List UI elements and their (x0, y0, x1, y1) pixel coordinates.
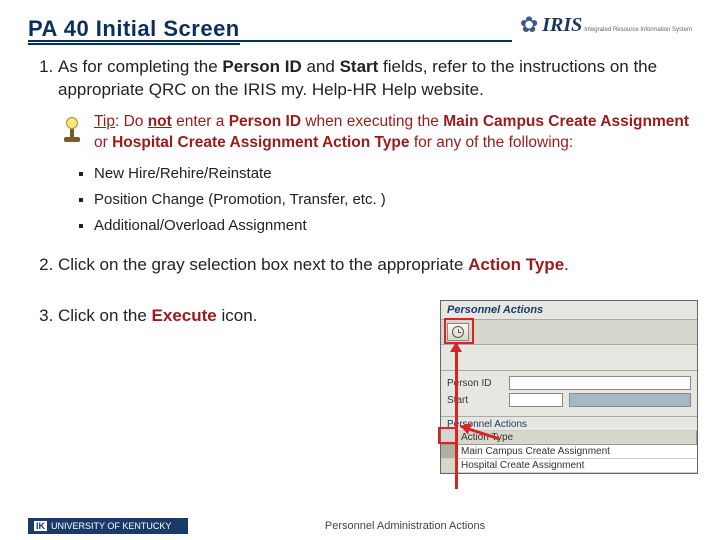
person-id-label: Person ID (447, 378, 503, 389)
step-1: As for completing the Person ID and Star… (58, 56, 692, 236)
s1-start: Start (340, 57, 379, 76)
uk-ik-icon: IK (34, 521, 47, 531)
tip-f: or (94, 134, 112, 151)
s2-action-type: Action Type (468, 255, 564, 274)
iris-logo-subtext: Integrated Resource Information System (584, 27, 692, 34)
sap-form: Person ID Start (441, 371, 697, 417)
person-id-input[interactable] (509, 376, 691, 390)
sap-group-label: Personnel Actions (441, 417, 697, 431)
start-input[interactable] (509, 393, 563, 407)
tip-d: when executing the (301, 113, 443, 130)
person-id-row: Person ID (447, 376, 691, 390)
start-row: Start (447, 393, 691, 407)
s1-text-a: As for completing the (58, 57, 222, 76)
bullet-2: Position Change (Promotion, Transfer, et… (94, 190, 692, 210)
sap-toolbar (441, 320, 697, 345)
tip-a: : Do (115, 113, 148, 130)
grid-row-main-campus[interactable]: Main Campus Create Assignment (441, 445, 697, 459)
footer-caption: Personnel Administration Actions (118, 520, 692, 532)
grid-action-type-header: Action Type (457, 431, 697, 444)
tip-block: Tip: Do not enter a Person ID when execu… (58, 112, 692, 154)
grid-row-1-text: Main Campus Create Assignment (457, 445, 697, 458)
step-2: Click on the gray selection box next to … (58, 254, 692, 277)
page-title: PA 40 Initial Screen (28, 16, 240, 45)
s3-c: icon. (217, 306, 258, 325)
bullet-1: New Hire/Rehire/Reinstate (94, 164, 692, 184)
grid-row-2-text: Hospital Create Assignment (457, 459, 697, 472)
tip-hospital: Hospital Create Assignment Action Type (112, 134, 409, 151)
tip-b: enter a (172, 113, 229, 130)
title-wrap: PA 40 Initial Screen (28, 16, 520, 42)
grid-select-header (441, 431, 457, 444)
sap-window-title: Personnel Actions (441, 301, 697, 320)
slide-footer: IK UNIVERSITY OF KENTUCKY Personnel Admi… (0, 518, 720, 534)
grid-selection-box-1[interactable] (441, 445, 457, 458)
s3-execute: Execute (152, 306, 217, 325)
grid-selection-box-2[interactable] (441, 459, 457, 472)
s1-text-c: and (302, 57, 340, 76)
iris-logo: ✿ IRIS Integrated Resource Information S… (520, 12, 692, 38)
tip-main-campus: Main Campus Create Assignment (443, 113, 689, 130)
s1-person-id: Person ID (222, 57, 301, 76)
start-to-input[interactable] (569, 393, 691, 407)
slide-header: PA 40 Initial Screen ✿ IRIS Integrated R… (0, 0, 720, 42)
tip-label: Tip (94, 113, 115, 130)
sap-blank-area (441, 345, 697, 371)
tip-person-id: Person ID (229, 113, 301, 130)
tip-bullet-list: New Hire/Rehire/Reinstate Position Chang… (94, 164, 692, 237)
sap-screenshot: Personnel Actions Person ID Start Person… (440, 300, 698, 474)
lamp-icon (58, 114, 86, 142)
tip-text: Tip: Do not enter a Person ID when execu… (94, 112, 692, 154)
s3-a: Click on the (58, 306, 152, 325)
execute-clock-icon (452, 326, 464, 338)
iris-logo-text: IRIS (542, 14, 582, 37)
s2-a: Click on the gray selection box next to … (58, 255, 468, 274)
iris-flower-icon: ✿ (520, 12, 538, 38)
sap-grid-header: Action Type (441, 431, 697, 445)
tip-not: not (148, 113, 172, 130)
start-label: Start (447, 395, 503, 406)
tip-h: for any of the following: (410, 134, 574, 151)
instruction-list: As for completing the Person ID and Star… (0, 42, 720, 328)
s2-c: . (564, 255, 569, 274)
execute-button[interactable] (447, 323, 469, 341)
grid-row-hospital[interactable]: Hospital Create Assignment (441, 459, 697, 473)
bullet-3: Additional/Overload Assignment (94, 216, 692, 236)
